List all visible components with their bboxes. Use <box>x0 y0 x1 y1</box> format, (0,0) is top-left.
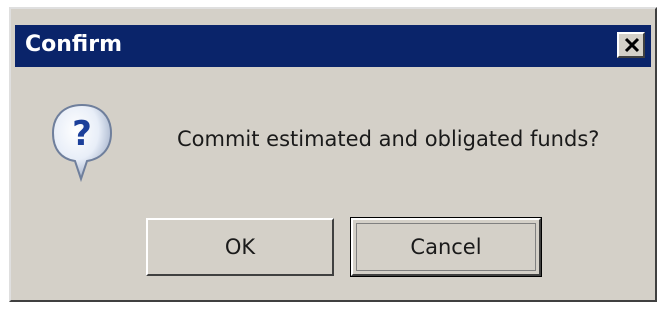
ok-button-label: OK <box>224 235 256 259</box>
title-bar[interactable]: Confirm <box>15 25 651 67</box>
confirm-message: Commit estimated and obligated funds? <box>177 127 600 151</box>
cancel-button-label: Cancel <box>410 235 482 259</box>
question-icon: ? <box>51 103 113 183</box>
svg-text:?: ? <box>72 114 92 154</box>
confirm-dialog: Confirm ? Commit estimated and obligated… <box>9 7 657 302</box>
close-icon <box>624 37 640 53</box>
ok-button[interactable]: OK <box>146 218 334 276</box>
close-button[interactable] <box>617 32 645 58</box>
cancel-button[interactable]: Cancel <box>350 217 542 277</box>
dialog-title: Confirm <box>25 32 123 57</box>
